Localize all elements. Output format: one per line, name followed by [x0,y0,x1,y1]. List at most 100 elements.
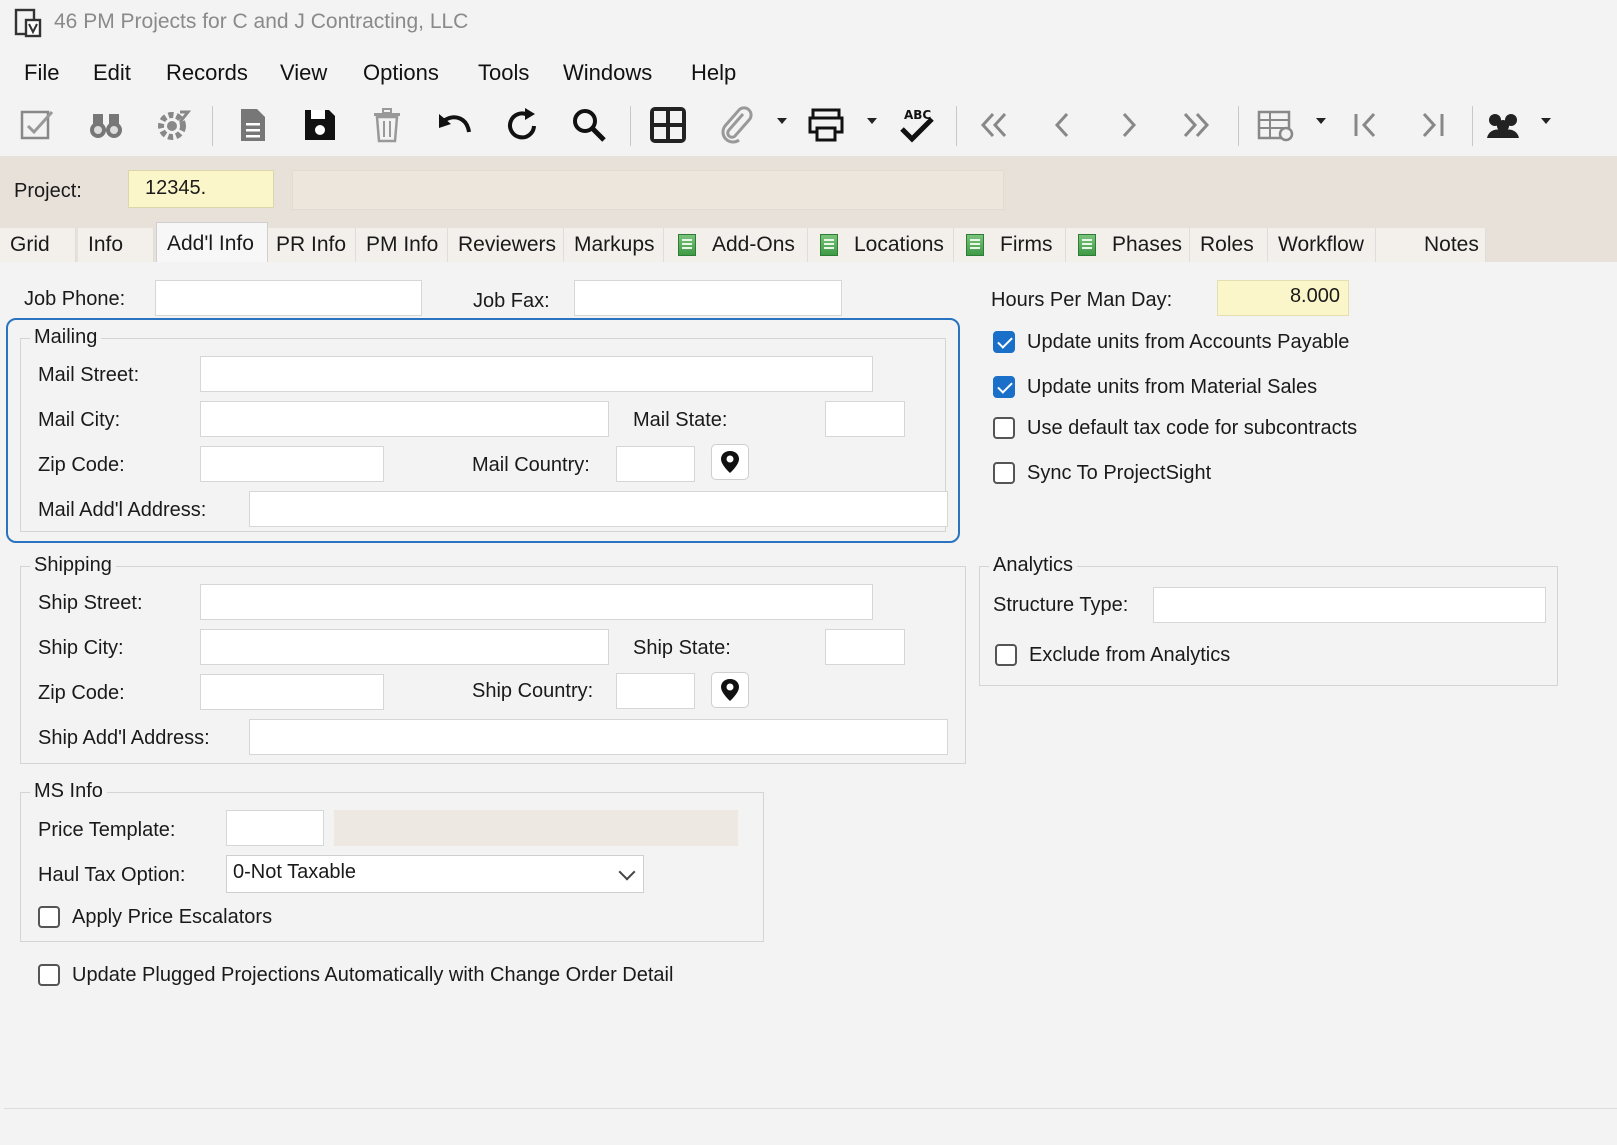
tab-roles[interactable]: Roles [1190,228,1268,262]
attach-dropdown-icon[interactable] [777,118,787,124]
haul-tax-value: 0-Not Taxable [233,861,357,883]
job-phone-input[interactable] [155,280,422,316]
delete-icon[interactable] [364,102,410,148]
menu-tools[interactable]: Tools [478,60,529,86]
update-ap-checkbox[interactable] [993,331,1015,353]
sync-projectsight-checkbox[interactable] [993,462,1015,484]
ship-country-input[interactable] [616,673,695,709]
analytics-group-title: Analytics [989,554,1078,577]
first-record-icon[interactable] [971,102,1017,148]
ship-country-label: Ship Country: [472,680,594,702]
jump-last-icon[interactable] [1410,102,1456,148]
tab-add-ons[interactable]: Add-Ons [664,228,808,262]
edit-form-icon[interactable] [14,102,60,148]
menu-windows[interactable]: Windows [563,60,652,86]
menu-help[interactable]: Help [691,60,736,86]
jump-first-icon[interactable] [1342,102,1388,148]
refresh-icon[interactable] [499,102,545,148]
structure-type-label: Structure Type: [993,594,1129,616]
sync-projectsight-label: Sync To ProjectSight [1027,462,1212,484]
print-icon[interactable] [803,102,849,148]
locations-tab-icon [820,234,838,256]
ship-city-label: Ship City: [38,637,124,659]
ship-addl-label: Ship Add'l Address: [38,727,210,749]
spellcheck-icon[interactable]: ABC [893,102,939,148]
apply-escalators-label: Apply Price Escalators [72,906,273,928]
save-icon[interactable] [297,102,343,148]
form-document-icon [14,8,42,38]
tab-workflow[interactable]: Workflow [1268,228,1376,262]
ship-map-button[interactable] [711,672,749,708]
tab-grid[interactable]: Grid [0,228,76,262]
update-plugged-checkbox[interactable] [38,964,60,986]
price-template-input[interactable] [226,810,324,846]
ship-zip-input[interactable] [200,674,384,710]
tab-phases[interactable]: Phases [1066,228,1190,262]
analytics-group [979,566,1558,686]
window-title: 46 PM Projects for C and J Contracting, … [54,10,469,33]
price-template-label: Price Template: [38,819,176,841]
undo-icon[interactable] [431,102,477,148]
firms-tab-icon [966,234,984,256]
update-ap-label: Update units from Accounts Payable [1027,331,1350,353]
haul-tax-select[interactable]: 0-Not Taxable [226,855,644,893]
project-input[interactable]: 12345. [128,170,274,208]
menu-options[interactable]: Options [363,60,439,86]
exclude-analytics-label: Exclude from Analytics [1029,644,1231,666]
menu-records[interactable]: Records [166,60,248,86]
update-ms-label: Update units from Material Sales [1027,376,1318,398]
haul-tax-label: Haul Tax Option: [38,864,186,886]
add-ons-tab-icon [678,234,696,256]
settings-gear-icon[interactable] [150,102,196,148]
menu-edit[interactable]: Edit [93,60,131,86]
ship-state-label: Ship State: [633,637,731,659]
ship-street-label: Ship Street: [38,592,143,614]
tab-reviewers[interactable]: Reviewers [448,228,564,262]
price-template-description [334,810,738,846]
job-fax-input[interactable] [574,280,842,316]
ms-info-group-title: MS Info [30,780,107,803]
structure-type-input[interactable] [1153,587,1546,623]
tab-firms[interactable]: Firms [954,228,1066,262]
users-icon[interactable] [1480,102,1526,148]
previous-record-icon[interactable] [1039,102,1085,148]
new-document-icon[interactable] [229,102,275,148]
hours-per-man-day-input[interactable]: 8.000 [1217,280,1349,316]
chevron-down-icon [618,863,636,881]
search-icon[interactable] [566,102,612,148]
map-pin-icon [721,679,739,701]
next-record-icon[interactable] [1106,102,1152,148]
job-phone-label: Job Phone: [24,288,126,310]
ship-city-input[interactable] [200,629,609,665]
binoculars-icon[interactable] [83,102,129,148]
tab-locations[interactable]: Locations [808,228,954,262]
default-tax-label: Use default tax code for subcontracts [1027,417,1358,439]
table-settings-icon[interactable] [1253,102,1299,148]
hours-per-man-day-label: Hours Per Man Day: [991,289,1173,311]
ship-street-input[interactable] [200,584,873,620]
exclude-analytics-checkbox[interactable] [995,644,1017,666]
ship-state-input[interactable] [825,629,905,665]
ship-addl-input[interactable] [249,719,948,755]
tab-addl-info[interactable]: Add'l Info [156,222,268,264]
svg-text:ABC: ABC [904,108,931,122]
last-record-icon[interactable] [1173,102,1219,148]
shipping-group-title: Shipping [30,554,116,577]
update-ms-checkbox[interactable] [993,376,1015,398]
default-tax-checkbox[interactable] [993,417,1015,439]
update-plugged-label: Update Plugged Projections Automatically… [72,964,674,986]
attach-icon[interactable] [713,102,759,148]
table-dropdown-icon[interactable] [1316,118,1326,124]
tab-notes[interactable]: Notes [1376,228,1486,262]
menu-file[interactable]: File [24,60,59,86]
menu-view[interactable]: View [280,60,327,86]
print-dropdown-icon[interactable] [867,118,877,124]
tab-markups[interactable]: Markups [564,228,664,262]
users-dropdown-icon[interactable] [1541,118,1551,124]
apply-escalators-checkbox[interactable] [38,906,60,928]
tab-info[interactable]: Info [78,228,154,262]
tab-pr-info[interactable]: PR Info [268,228,356,262]
tab-pm-info[interactable]: PM Info [356,228,448,262]
toolbar: ABC [0,96,1617,156]
grid-view-icon[interactable] [645,102,691,148]
